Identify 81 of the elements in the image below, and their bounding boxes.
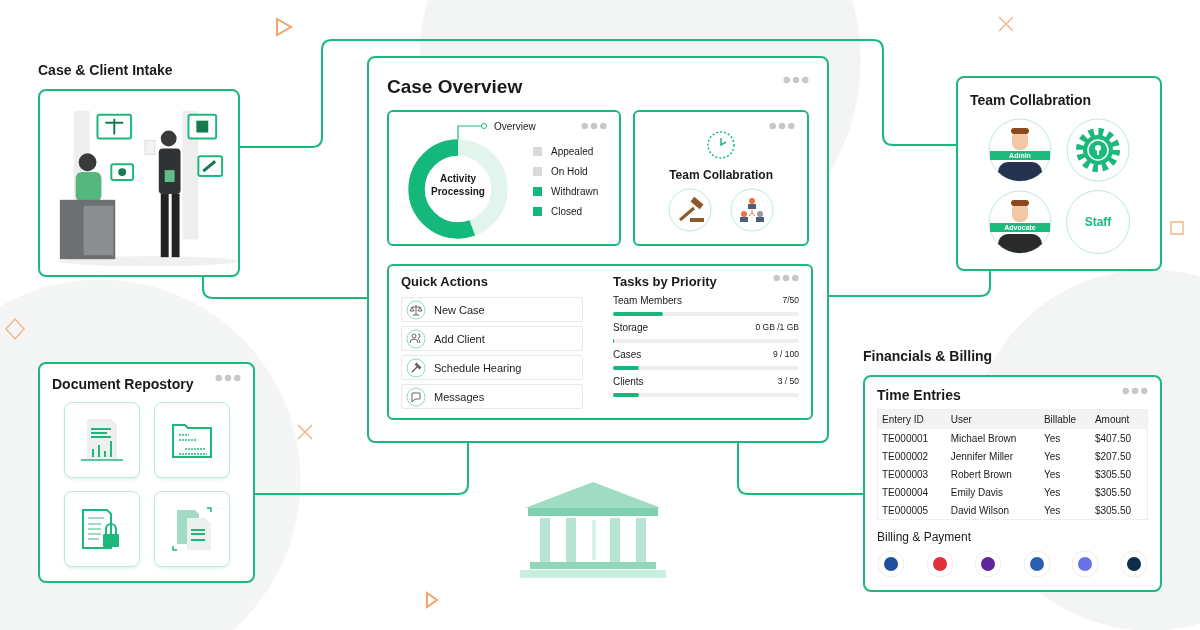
- table-cell: Michael Brown: [946, 429, 1040, 447]
- table-cell: $207.50: [1090, 447, 1148, 465]
- panel-title: Team Collabration: [669, 168, 773, 182]
- section-title: Financials & Billing: [863, 348, 993, 364]
- document-tile[interactable]: [153, 491, 230, 567]
- more-icon[interactable]: [215, 374, 241, 382]
- billing-title: Billing & Payment: [877, 530, 973, 544]
- table-cell: Yes: [1039, 429, 1091, 447]
- square-icon: [1170, 221, 1184, 235]
- triangle-icon: [426, 591, 439, 609]
- table-cell-text: Robert Brown: [949, 467, 1013, 482]
- cross-icon: [998, 16, 1014, 32]
- payment-icon[interactable]: [1022, 550, 1051, 578]
- payment-icon[interactable]: [877, 550, 905, 578]
- table-cell: $305.50: [1090, 465, 1148, 483]
- gear-lock-icon: [1066, 118, 1130, 182]
- diamond-icon: [5, 317, 25, 341]
- scale-icon: [406, 299, 426, 320]
- column-header: Amount: [1090, 409, 1148, 429]
- more-icon[interactable]: [769, 122, 795, 130]
- task-reading: 0 GB /1 GB: [755, 322, 799, 333]
- task-reading: 7/50: [782, 295, 799, 306]
- document-tile[interactable]: [63, 491, 140, 567]
- clock-icon: [706, 130, 737, 160]
- quick-action-button[interactable]: Messages: [401, 384, 583, 409]
- message-icon: [406, 386, 426, 407]
- payment-icon[interactable]: [974, 550, 1003, 578]
- panel-title: Tasks by Priority: [613, 274, 717, 289]
- card-title: Case Overview: [387, 76, 523, 98]
- table-cell-text: Emily Davis: [949, 485, 1004, 500]
- table-cell-text: Yes: [1042, 485, 1062, 500]
- chart-center-label: Activity Processing: [430, 172, 486, 198]
- table-cell: $305.50: [1090, 501, 1148, 520]
- task-reading: 3 / 50: [777, 376, 799, 387]
- card-title: Document Repostory: [52, 376, 194, 392]
- table-cell: TE000002: [877, 447, 947, 465]
- users-icon: [406, 328, 426, 349]
- more-icon[interactable]: [1122, 387, 1148, 395]
- legend-label: Withdrawn: [551, 186, 599, 197]
- hammer-icon: [406, 357, 426, 378]
- table-cell-text: Yes: [1042, 467, 1062, 482]
- quick-action-button[interactable]: Add Client: [401, 326, 583, 351]
- table-cell: Yes: [1039, 501, 1091, 520]
- cross-icon: [297, 424, 313, 440]
- gavel-icon: [668, 188, 713, 232]
- task-label: Cases: [613, 349, 642, 360]
- table-cell: TE000003: [877, 465, 947, 483]
- task-label: Team Members: [613, 295, 682, 306]
- legend-label: On Hold: [551, 166, 588, 177]
- section-title: Case & Client Intake: [38, 62, 173, 78]
- task-label: Storage: [613, 322, 649, 333]
- task-label: Clients: [613, 376, 644, 387]
- card-title: Team Collabration: [970, 92, 1092, 108]
- table-cell: TE000004: [877, 483, 947, 501]
- table-cell-text: Jennifer Miller: [949, 449, 1014, 464]
- legend-label: Appealed: [551, 146, 594, 157]
- table-cell: $305.50: [1090, 483, 1148, 501]
- table-cell: TE000001: [877, 429, 947, 447]
- card-title: Time Entries: [877, 387, 961, 403]
- column-header: User: [946, 409, 1040, 429]
- leader-line: [457, 122, 487, 142]
- legend-label: Closed: [551, 206, 583, 217]
- payment-icon[interactable]: [1119, 550, 1148, 578]
- more-icon[interactable]: [773, 274, 799, 282]
- team-icon: [730, 188, 775, 232]
- column-header: Billable: [1039, 409, 1091, 429]
- quick-action-button[interactable]: New Case: [401, 297, 583, 322]
- document-tile[interactable]: [63, 402, 140, 478]
- column-header: Entery ID: [877, 409, 947, 429]
- document-tile[interactable]: [153, 402, 230, 478]
- chart-label: Overview: [494, 121, 536, 132]
- quick-action-button[interactable]: Schedule Hearing: [401, 355, 583, 380]
- table-cell: TE000005: [877, 501, 947, 520]
- panel-title: Quick Actions: [401, 274, 488, 289]
- triangle-icon: [276, 17, 293, 37]
- more-icon[interactable]: [783, 76, 809, 84]
- table-cell-text: Yes: [1042, 449, 1062, 464]
- more-icon[interactable]: [581, 122, 608, 130]
- table-cell: $407.50: [1090, 429, 1148, 447]
- task-reading: 9 / 100: [773, 349, 799, 360]
- table-cell: David Wilson: [946, 501, 1040, 520]
